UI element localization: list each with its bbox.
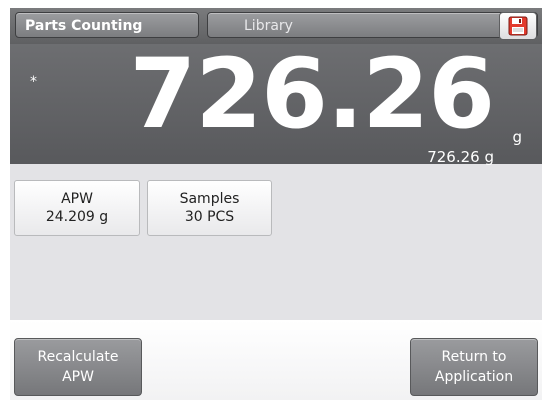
recalculate-apw-button[interactable]: Recalculate APW (14, 338, 142, 396)
return-to-application-button[interactable]: Return to Application (410, 338, 538, 396)
save-button[interactable] (499, 12, 537, 40)
samples-value: 30 PCS (184, 209, 235, 225)
recalculate-label-line1: Recalculate (37, 349, 119, 365)
application-label: Parts Counting (25, 18, 143, 34)
apw-card[interactable]: APW 24.209 g (14, 180, 140, 236)
bottom-bar: Recalculate APW Return to Application (10, 320, 542, 400)
scale-screen: Parts Counting Library * 726.26 g 726.26… (10, 8, 542, 400)
samples-card[interactable]: Samples 30 PCS (147, 180, 272, 236)
stability-indicator: * (30, 74, 37, 90)
return-label-line2: Application (434, 369, 514, 385)
samples-title: Samples (179, 191, 240, 207)
apw-value: 24.209 g (45, 209, 109, 225)
recalculate-label-line2: APW (62, 369, 94, 385)
secondary-weight-readout: 726.26 g (427, 148, 494, 166)
main-weight-readout: 726.26 (129, 38, 495, 150)
weight-display: * 726.26 g 726.26 g (10, 38, 542, 166)
apw-title: APW (61, 191, 93, 207)
main-weight-unit: g (512, 128, 522, 146)
library-label: Library (244, 18, 293, 34)
return-label-line1: Return to (441, 349, 507, 365)
save-icon (508, 16, 528, 36)
